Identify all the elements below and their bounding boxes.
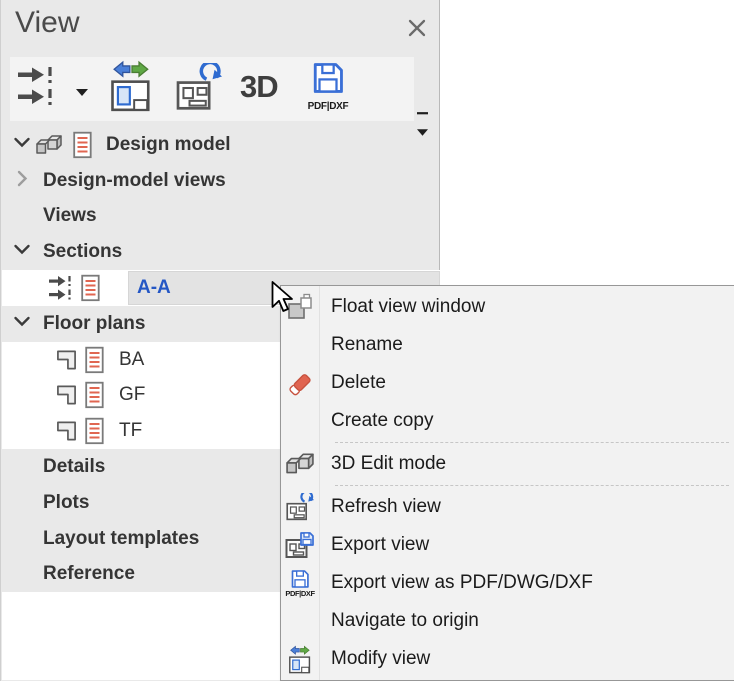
- tree-item-label: A-A: [137, 277, 171, 299]
- view-list-icon: [85, 418, 104, 445]
- menu-item-label: Navigate to origin: [331, 610, 479, 631]
- eraser-icon: [287, 370, 313, 396]
- context-menu: Float view window Rename Delete Create cop…: [280, 285, 734, 681]
- menu-item-label: Float view window: [331, 296, 486, 317]
- 3d-view-button[interactable]: 3D: [240, 69, 279, 104]
- chevron-down-icon[interactable]: [13, 241, 31, 264]
- close-icon: [407, 18, 427, 43]
- chevron-down-icon[interactable]: [13, 133, 31, 156]
- menu-icon-label: PDF|DXF: [285, 588, 315, 598]
- menu-icon-cell: [281, 488, 319, 526]
- tree-item-label: Floor plans: [43, 312, 146, 334]
- menu-item-label: Export view as PDF/DWG/DXF: [331, 572, 593, 593]
- menu-item-label: Refresh view: [331, 496, 441, 517]
- create-section-view-button-dropdown[interactable]: [76, 83, 88, 101]
- menu-item-create-copy[interactable]: Create copy: [281, 402, 734, 440]
- tree-item-views[interactable]: Views: [2, 199, 440, 235]
- menu-item-3d-edit-mode[interactable]: 3D Edit mode: [281, 445, 734, 483]
- plan-view-icon: [56, 420, 77, 443]
- menu-item-delete[interactable]: Delete: [281, 364, 734, 402]
- mouse-pointer-icon: [271, 281, 297, 313]
- panel-title: View: [15, 6, 80, 39]
- triangle-down-icon: [76, 83, 88, 100]
- refresh-view-button[interactable]: [176, 60, 222, 118]
- tree-item-sections[interactable]: Sections: [2, 234, 440, 270]
- application-window: View 3D PDF|DXF Design model Design-mode…: [0, 0, 734, 681]
- create-section-view-button[interactable]: [15, 65, 61, 112]
- menu-item-float-view-window[interactable]: Float view window: [281, 288, 734, 326]
- menu-item-label: Delete: [331, 372, 386, 393]
- tree-item-label: Plots: [43, 491, 90, 513]
- modify-view-icon: [109, 60, 155, 116]
- minus-icon: [416, 102, 428, 119]
- tree-item-design-model[interactable]: Design model: [2, 127, 440, 163]
- menu-icon-cell: [281, 445, 319, 483]
- model-3d-icon: [34, 133, 64, 157]
- export-pdf-dxf-icon: [311, 61, 345, 100]
- view-list-icon: [81, 274, 100, 302]
- tree-item-label: Views: [43, 205, 97, 227]
- menu-icon-cell: [281, 640, 319, 678]
- menu-item-label: Create copy: [331, 410, 434, 431]
- view-list-icon: [73, 131, 92, 158]
- section-view-icon: [48, 275, 75, 302]
- view-toolbar: 3D PDF|DXF: [10, 57, 414, 121]
- menu-item-navigate-to-origin[interactable]: Navigate to origin: [281, 602, 734, 640]
- view-list-icon: [85, 346, 104, 373]
- tree-item-label: Sections: [43, 241, 123, 263]
- modify-view-icon: [288, 645, 313, 674]
- menu-item-label: 3D Edit mode: [331, 453, 447, 474]
- 3d-text-icon: 3D: [240, 69, 279, 104]
- export-pdf-dxf-button[interactable]: PDF|DXF: [302, 61, 354, 112]
- export-view-icon: [285, 530, 315, 560]
- refresh-view-icon: [286, 490, 314, 521]
- pdf-dxf-label: PDF|DXF: [307, 101, 349, 112]
- tree-item-label: BA: [119, 348, 145, 370]
- chevron-right-icon[interactable]: [13, 169, 31, 192]
- view-list-icon: [85, 382, 104, 409]
- section-marker-icon: [15, 67, 61, 111]
- menu-icon-cell: PDF|DXF: [281, 564, 319, 602]
- tree-item-label: Design model: [106, 133, 231, 155]
- tree-item-label: Layout templates: [43, 527, 200, 549]
- menu-item-modify-view[interactable]: Modify view: [281, 640, 734, 678]
- tree-item-label: Design-model views: [43, 169, 226, 191]
- chevron-down-icon[interactable]: [13, 312, 31, 335]
- menu-icon-cell: [281, 526, 319, 564]
- refresh-view-icon: [176, 60, 222, 117]
- model-3d-icon: [286, 451, 314, 477]
- tree-item-label: Reference: [43, 563, 135, 585]
- menu-item-label: Modify view: [331, 648, 431, 669]
- tree-item-label: GF: [119, 384, 146, 406]
- tree-item-label: Details: [43, 456, 106, 478]
- plan-view-icon: [56, 348, 77, 371]
- menu-item-export-view-as-pdf-dwg-dxf[interactable]: PDF|DXF Export view as PDF/DWG/DXF: [281, 564, 734, 602]
- close-button[interactable]: [404, 17, 430, 43]
- tree-item-label: TF: [119, 420, 143, 442]
- menu-item-rename[interactable]: Rename: [281, 326, 734, 364]
- menu-item-export-view[interactable]: Export view: [281, 526, 734, 564]
- plan-view-icon: [56, 384, 77, 407]
- menu-item-label: Export view: [331, 534, 430, 555]
- export-pdf-dxf-icon: [290, 569, 310, 589]
- menu-icon-cell: [281, 364, 319, 402]
- tree-item-design-model-views[interactable]: Design-model views: [2, 163, 440, 199]
- toolbar-collapse-button[interactable]: [416, 102, 428, 120]
- modify-view-button[interactable]: [109, 60, 155, 117]
- menu-item-label: Rename: [331, 334, 403, 355]
- menu-item-refresh-view[interactable]: Refresh view: [281, 488, 734, 526]
